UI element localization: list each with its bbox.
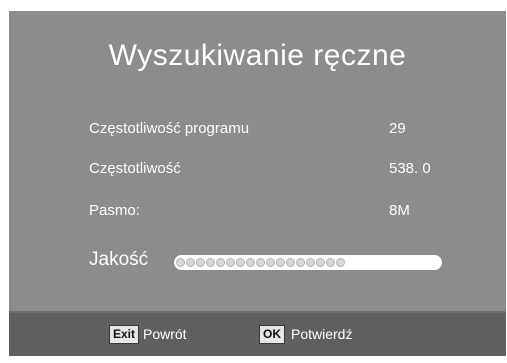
quality-dot <box>216 258 225 267</box>
exit-key-icon[interactable]: Exit <box>109 325 140 344</box>
quality-dot <box>266 258 275 267</box>
back-label: Powrót <box>143 326 187 342</box>
quality-dot <box>306 258 315 267</box>
quality-dot <box>276 258 285 267</box>
bandwidth-value[interactable]: 8M <box>389 202 410 219</box>
quality-dot <box>286 258 295 267</box>
bandwidth-label: Pasmo: <box>89 202 140 219</box>
frequency-label: Częstotliwość <box>89 160 181 177</box>
frequency-value[interactable]: 538. 0 <box>389 160 431 177</box>
quality-dot <box>296 258 305 267</box>
confirm-label: Potwierdź <box>291 326 353 342</box>
footer-bar: Exit Powrót OK Potwierdź <box>9 313 506 356</box>
ok-key-icon[interactable]: OK <box>259 325 285 344</box>
program-frequency-value[interactable]: 29 <box>389 120 406 137</box>
quality-dot <box>256 258 265 267</box>
quality-dot <box>226 258 235 267</box>
quality-dot <box>206 258 215 267</box>
quality-bar <box>174 255 442 270</box>
program-frequency-label: Częstotliwość programu <box>89 120 250 137</box>
quality-dot <box>326 258 335 267</box>
quality-dot <box>196 258 205 267</box>
quality-dot <box>316 258 325 267</box>
manual-search-dialog: Wyszukiwanie ręczne Częstotliwość progra… <box>9 11 506 356</box>
quality-dot <box>246 258 255 267</box>
quality-dot <box>236 258 245 267</box>
quality-label: Jakość <box>89 249 149 270</box>
quality-bar-fill <box>176 257 345 268</box>
quality-dot <box>176 258 185 267</box>
quality-dot <box>186 258 195 267</box>
quality-dot <box>336 258 345 267</box>
dialog-title: Wyszukiwanie ręczne <box>108 39 407 72</box>
